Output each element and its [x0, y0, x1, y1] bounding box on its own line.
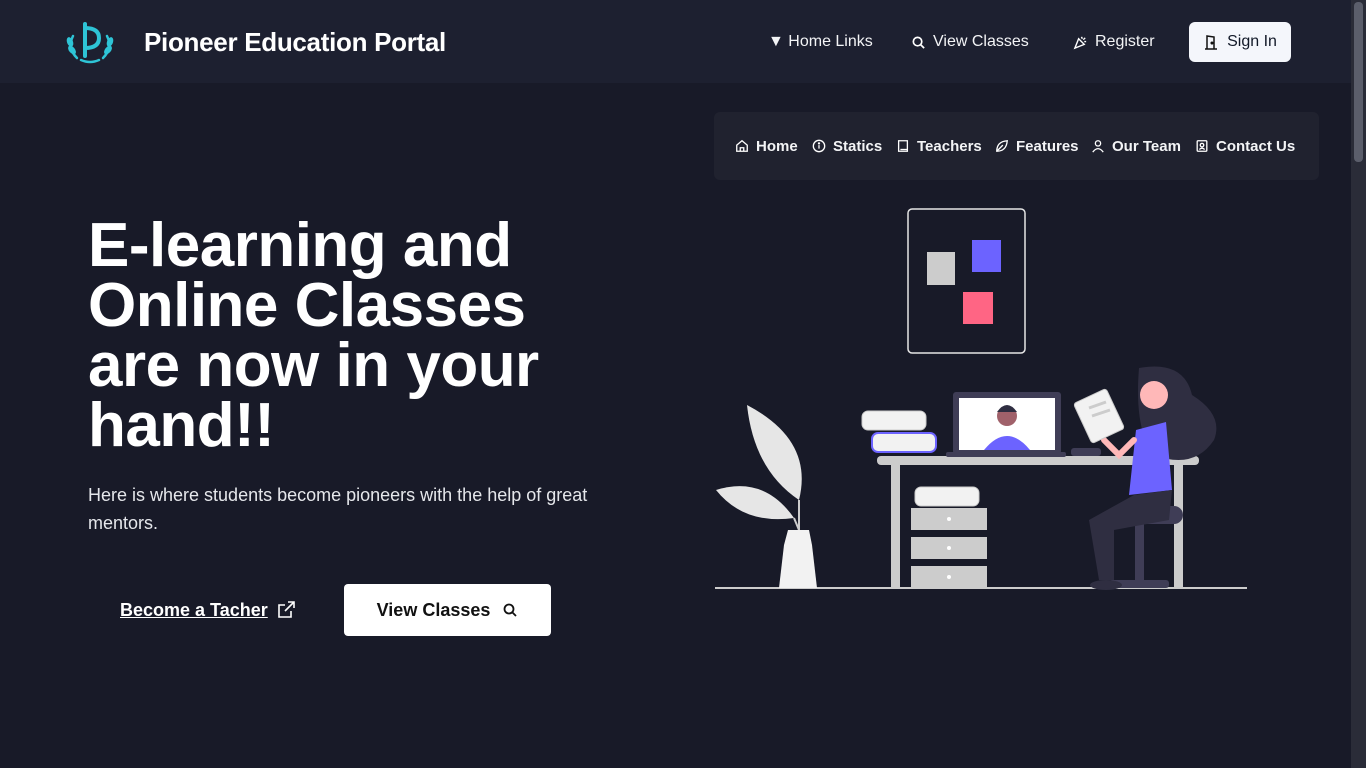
top-header: Pioneer Education Portal ▼ Home Links Vi… — [0, 0, 1351, 83]
subnav-statics-label: Statics — [833, 137, 883, 155]
nav-register[interactable]: Register — [1073, 22, 1155, 62]
book-icon — [897, 140, 909, 152]
search-icon — [503, 603, 518, 617]
party-icon — [1073, 36, 1087, 49]
sign-in-label: Sign In — [1227, 33, 1277, 50]
subnav-teachers-label: Teachers — [917, 137, 982, 155]
view-classes-label: View Classes — [376, 599, 491, 620]
subnav-teachers[interactable]: Teachers — [896, 112, 982, 180]
become-teacher-label: Become a Tacher — [120, 599, 268, 620]
info-icon — [812, 139, 826, 153]
become-teacher-link[interactable]: Become a Tacher — [120, 596, 296, 624]
external-link-icon — [277, 601, 295, 618]
contact-icon — [1196, 140, 1208, 152]
nav-view-classes[interactable]: View Classes — [911, 22, 1029, 62]
sign-in-button[interactable]: Sign In — [1189, 22, 1291, 62]
subnav-home-label: Home — [756, 137, 798, 155]
door-icon — [1205, 35, 1218, 50]
brand-title[interactable]: Pioneer Education Portal — [144, 27, 446, 58]
subnav-our-team[interactable]: Our Team — [1091, 112, 1181, 180]
hero-illustration — [715, 208, 1247, 590]
nav-home-links[interactable]: ▼ Home Links — [768, 22, 873, 62]
subnav-statics[interactable]: Statics — [812, 112, 882, 180]
subnav-contact-us-label: Contact Us — [1216, 137, 1296, 155]
search-icon — [912, 36, 925, 49]
scrollbar-thumb[interactable] — [1354, 2, 1363, 162]
home-icon — [736, 139, 748, 152]
logo-icon[interactable] — [63, 18, 117, 66]
hero-subtitle: Here is where students become pioneers w… — [88, 485, 588, 533]
wall-board — [907, 208, 1026, 354]
person — [1073, 366, 1217, 590]
hero-title: E-learning and Online Classes are now in… — [88, 211, 539, 460]
nav-register-label: Register — [1095, 33, 1155, 50]
nav-home-links-label: ▼ Home Links — [768, 33, 873, 50]
leaf-icon — [996, 140, 1008, 152]
subnav-contact-us[interactable]: Contact Us — [1195, 112, 1295, 180]
nav-view-classes-label: View Classes — [933, 33, 1029, 50]
subnav-features-label: Features — [1016, 137, 1079, 155]
user-icon — [1092, 140, 1104, 153]
subnav-our-team-label: Our Team — [1112, 137, 1181, 155]
section-nav: Home Statics Teachers Features Our Team … — [714, 112, 1319, 180]
laptop — [946, 392, 1066, 457]
subnav-features[interactable]: Features — [995, 112, 1079, 180]
view-classes-button[interactable]: View Classes — [344, 584, 551, 636]
plant — [716, 405, 817, 588]
subnav-home[interactable]: Home — [735, 112, 798, 180]
